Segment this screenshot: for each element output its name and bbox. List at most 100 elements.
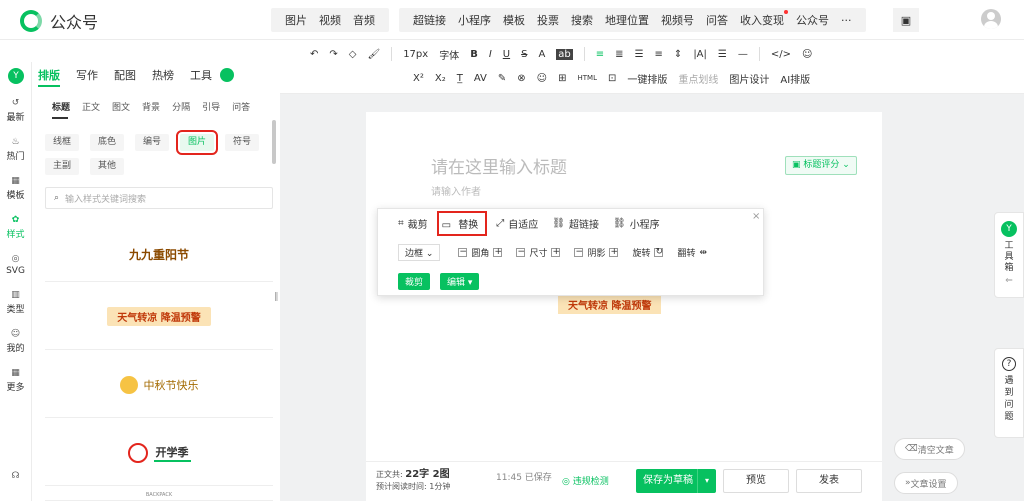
sidebar-item-hot[interactable]: ♨ 热门 <box>0 137 31 162</box>
letter-spacing-icon[interactable]: |A| <box>693 49 707 60</box>
tab-layout[interactable]: 排版 <box>38 67 60 87</box>
code-icon[interactable]: </> <box>771 49 791 60</box>
toolbox-panel[interactable]: Y 工具箱 ⇐ <box>994 212 1024 298</box>
italic-icon[interactable]: I <box>489 49 492 60</box>
crop-button[interactable]: 裁剪 <box>398 273 431 290</box>
menu-vote[interactable]: 投票 <box>537 12 559 28</box>
emoji-icon[interactable]: ☺ <box>802 49 812 60</box>
menu-monetize[interactable]: 收入变现 <box>740 10 788 28</box>
menu-location[interactable]: 地理位置 <box>605 12 649 28</box>
menu-channels[interactable]: 视频号 <box>661 12 694 28</box>
menu-search[interactable]: 搜索 <box>571 12 593 28</box>
sidebar-item-more[interactable]: ▦ 更多 <box>0 368 31 393</box>
chip-main-sub[interactable]: 主副 <box>45 158 80 175</box>
chip-number[interactable]: 编号 <box>135 134 170 151</box>
title-score-button[interactable]: ▣ 标题评分 ⌄ <box>785 156 857 175</box>
pen-icon[interactable]: ✎ <box>498 73 506 84</box>
preview-button[interactable]: 预览 <box>723 469 789 493</box>
plus-icon[interactable]: + <box>493 248 503 257</box>
subtab-image-text[interactable]: 图文 <box>112 100 130 113</box>
subtab-qa[interactable]: 问答 <box>232 100 250 113</box>
menu-official-account[interactable]: 公众号 <box>796 12 829 28</box>
compliance-check[interactable]: ◎ 违规检测 <box>562 474 609 487</box>
underline-icon[interactable]: U <box>503 49 510 60</box>
title-input[interactable]: 请在这里输入标题 <box>431 153 567 178</box>
tab-hotlist[interactable]: 热榜 <box>152 67 174 83</box>
editor-canvas[interactable]: 请在这里输入标题 请输入作者 ▣ 标题评分 ⌄ 天气转凉 降温预警 <box>366 112 882 501</box>
collapse-handle[interactable]: ‖ <box>274 292 280 306</box>
miniprogram-action[interactable]: 小程序 <box>630 216 660 231</box>
panel-toggle[interactable] <box>220 68 234 82</box>
sidebar-logo[interactable]: Y <box>8 68 24 84</box>
article-settings-button[interactable]: » 文章设置 <box>894 472 958 494</box>
tab-illustration[interactable]: 配图 <box>114 67 136 83</box>
sidebar-item-mine[interactable]: ☺ 我的 <box>0 329 31 354</box>
list-icon[interactable]: ≡ <box>655 49 663 60</box>
style-item-school[interactable]: 开学季 <box>45 420 273 486</box>
rotate-label[interactable]: 旋转 <box>632 246 650 259</box>
menu-audio[interactable]: 音频 <box>353 12 375 28</box>
hyperlink-action[interactable]: 超链接 <box>569 216 599 231</box>
subtab-background[interactable]: 背景 <box>142 100 160 113</box>
style-item-midautumn[interactable]: 中秋节快乐 <box>45 352 273 418</box>
highlight-line-button[interactable]: 重点划线 <box>678 71 718 86</box>
style-item-backpack[interactable]: BACKPACK <box>45 490 273 501</box>
author-input[interactable]: 请输入作者 <box>431 183 481 198</box>
tab-writing[interactable]: 写作 <box>76 67 98 83</box>
inline-image[interactable]: 天气转凉 降温预警 <box>558 295 662 314</box>
font-family-select[interactable]: 字体 <box>439 47 459 62</box>
bold-icon[interactable]: B <box>470 49 478 60</box>
publish-button[interactable]: 发表 <box>796 469 862 493</box>
plus-icon[interactable]: + <box>551 248 561 257</box>
minus-icon[interactable]: − <box>458 248 468 257</box>
tab-tools[interactable]: 工具 <box>190 67 212 83</box>
style-item-chongyang[interactable]: 九九重阳节 <box>45 227 273 282</box>
menu-qa[interactable]: 问答 <box>706 12 728 28</box>
divider-icon[interactable]: — <box>738 49 748 60</box>
menu-video[interactable]: 视频 <box>319 12 341 28</box>
panel-scrollbar[interactable] <box>272 120 276 164</box>
ai-layout-button[interactable]: AI排版 <box>780 71 810 86</box>
flip-icon[interactable]: ⇹ <box>700 248 708 258</box>
strikethrough-icon[interactable]: S <box>521 49 527 60</box>
chip-frame[interactable]: 线框 <box>45 134 80 151</box>
line-height-icon[interactable]: ⇕ <box>674 49 682 60</box>
subtab-title[interactable]: 标题 <box>52 100 70 113</box>
sticker-icon[interactable]: ☺ <box>537 73 547 84</box>
subtab-body[interactable]: 正文 <box>82 100 100 113</box>
rotate-icon[interactable]: ↻ <box>654 248 664 257</box>
card-icon[interactable]: ⊡ <box>608 73 616 84</box>
align-left-icon[interactable]: ≡ <box>596 49 604 60</box>
char-spacing-icon[interactable]: AV <box>474 73 487 84</box>
menu-miniprogram[interactable]: 小程序 <box>458 12 491 28</box>
menu-template[interactable]: 模板 <box>503 12 525 28</box>
border-select[interactable]: 边框 ⌄ <box>398 244 441 261</box>
superscript-icon[interactable]: X² <box>413 73 424 84</box>
font-color-icon[interactable]: A <box>538 49 545 60</box>
replace-action[interactable]: ▭ 替换 <box>436 211 488 236</box>
minus-icon[interactable]: − <box>574 248 584 257</box>
paragraph-icon[interactable]: ☰ <box>718 49 727 60</box>
menu-hyperlink[interactable]: 超链接 <box>413 12 446 28</box>
table-icon[interactable]: ⊞ <box>558 73 566 84</box>
one-click-layout-button[interactable]: 一键排版 <box>627 71 667 86</box>
html-icon[interactable]: HTML <box>577 74 596 82</box>
undo-icon[interactable]: ↶ <box>310 49 318 60</box>
sidebar-item-type[interactable]: ▥ 类型 <box>0 290 31 315</box>
fit-action[interactable]: 自适应 <box>508 216 538 231</box>
app-logo[interactable]: 公众号 <box>20 9 98 33</box>
redo-icon[interactable]: ↷ <box>329 49 337 60</box>
headset-icon[interactable]: ☊ <box>0 471 31 483</box>
draft-dropdown-icon[interactable]: ▾ <box>697 469 716 493</box>
chip-image[interactable]: 图片 <box>175 130 219 155</box>
crop-action[interactable]: 裁剪 <box>408 216 428 231</box>
image-design-button[interactable]: 图片设计 <box>729 71 769 86</box>
help-panel[interactable]: ? 遇到问题 <box>994 348 1024 438</box>
clear-format-icon[interactable]: ⊗ <box>517 73 525 84</box>
style-item-weather[interactable]: 天气转凉 降温预警 <box>45 284 273 350</box>
text-style-icon[interactable]: T̲ <box>457 73 463 84</box>
minus-icon[interactable]: − <box>516 248 526 257</box>
align-center-icon[interactable]: ≣ <box>615 49 623 60</box>
subtab-guide[interactable]: 引导 <box>202 100 220 113</box>
sidebar-item-latest[interactable]: ↺ 最新 <box>0 98 31 123</box>
